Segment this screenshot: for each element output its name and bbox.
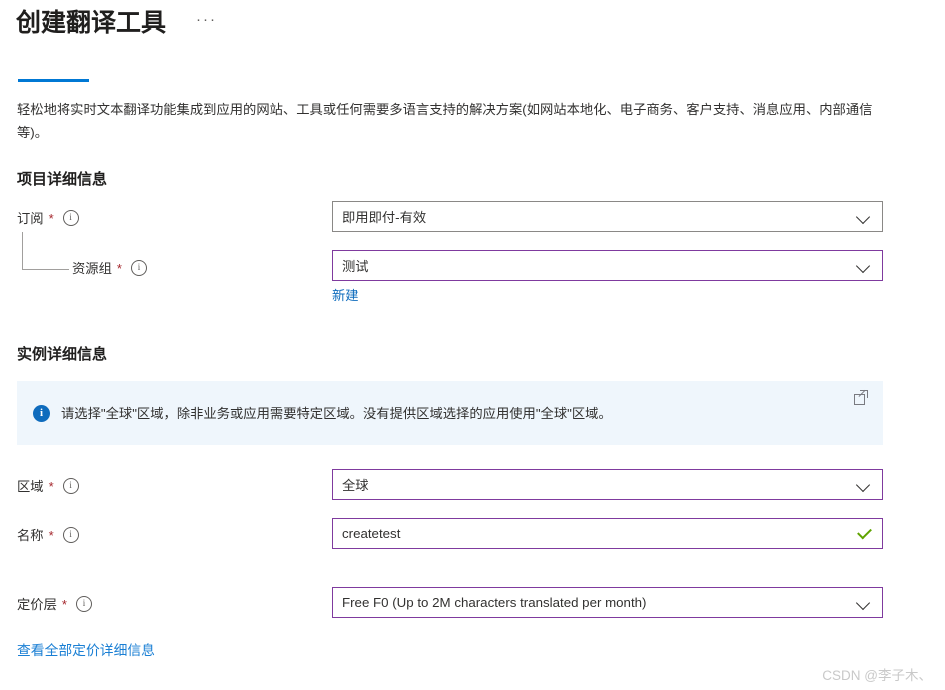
more-options-button[interactable]: ··· [192, 8, 221, 38]
info-icon[interactable]: i [130, 259, 147, 276]
name-input[interactable]: createtest [332, 518, 883, 549]
pricing-tier-value: Free F0 (Up to 2M characters translated … [342, 595, 647, 610]
info-icon[interactable]: i [75, 595, 92, 612]
subscription-value: 即用即付-有效 [342, 210, 427, 225]
label-resource-group: 资源组 * i [72, 258, 147, 277]
tree-connector-line [22, 232, 69, 270]
watermark: CSDN @李子木、 [822, 668, 932, 683]
label-name-text: 名称 [17, 528, 44, 543]
pricing-tier-dropdown[interactable]: Free F0 (Up to 2M characters translated … [332, 587, 883, 618]
view-full-pricing-details-link[interactable]: 查看全部定价详细信息 [17, 639, 155, 659]
chevron-down-icon [857, 596, 871, 610]
label-subscription-text: 订阅 [17, 211, 44, 226]
external-link-icon[interactable] [854, 390, 868, 405]
resource-group-dropdown[interactable]: 测试 [332, 250, 883, 281]
section-title-instance-details: 实例详细信息 [17, 346, 108, 363]
region-info-banner: i 请选择"全球"区域，除非业务或应用需要特定区域。没有提供区域选择的应用使用"… [17, 381, 883, 445]
required-marker: * [116, 260, 122, 276]
page-header: 创建翻译工具 ··· [16, 6, 221, 40]
label-pricing-tier: 定价层 * i [17, 594, 92, 613]
required-marker: * [48, 210, 54, 226]
new-resource-group-link[interactable]: 新建 [332, 285, 359, 304]
info-icon[interactable]: i [62, 526, 79, 543]
resource-group-value: 测试 [342, 259, 369, 274]
name-value: createtest [342, 526, 401, 541]
chevron-down-icon [857, 259, 871, 273]
info-icon[interactable]: i [62, 477, 79, 494]
info-icon[interactable]: i [62, 209, 79, 226]
page-title: 创建翻译工具 [16, 9, 167, 37]
required-marker: * [48, 478, 54, 494]
label-subscription: 订阅 * i [17, 208, 79, 227]
banner-message: 请选择"全球"区域，除非业务或应用需要特定区域。没有提供区域选择的应用使用"全球… [61, 405, 612, 421]
required-marker: * [48, 527, 54, 543]
subscription-dropdown[interactable]: 即用即付-有效 [332, 201, 883, 232]
required-marker: * [61, 596, 67, 612]
label-name: 名称 * i [17, 525, 79, 544]
label-region: 区域 * i [17, 476, 79, 495]
section-title-project-details: 项目详细信息 [17, 171, 108, 188]
info-circle-icon: i [33, 404, 50, 422]
create-translator-page: 创建翻译工具 ··· 轻松地将实时文本翻译功能集成到应用的网站、工具或任何需要多… [0, 0, 945, 690]
label-pricing-tier-text: 定价层 [17, 597, 57, 612]
region-value: 全球 [342, 478, 369, 493]
active-tab-indicator[interactable] [18, 79, 89, 82]
label-resource-group-text: 资源组 [72, 261, 112, 276]
chevron-down-icon [857, 478, 871, 492]
region-dropdown[interactable]: 全球 [332, 469, 883, 500]
chevron-down-icon [857, 210, 871, 224]
label-region-text: 区域 [17, 479, 44, 494]
checkmark-valid-icon [856, 526, 872, 542]
page-description: 轻松地将实时文本翻译功能集成到应用的网站、工具或任何需要多语言支持的解决方案(如… [17, 102, 873, 140]
